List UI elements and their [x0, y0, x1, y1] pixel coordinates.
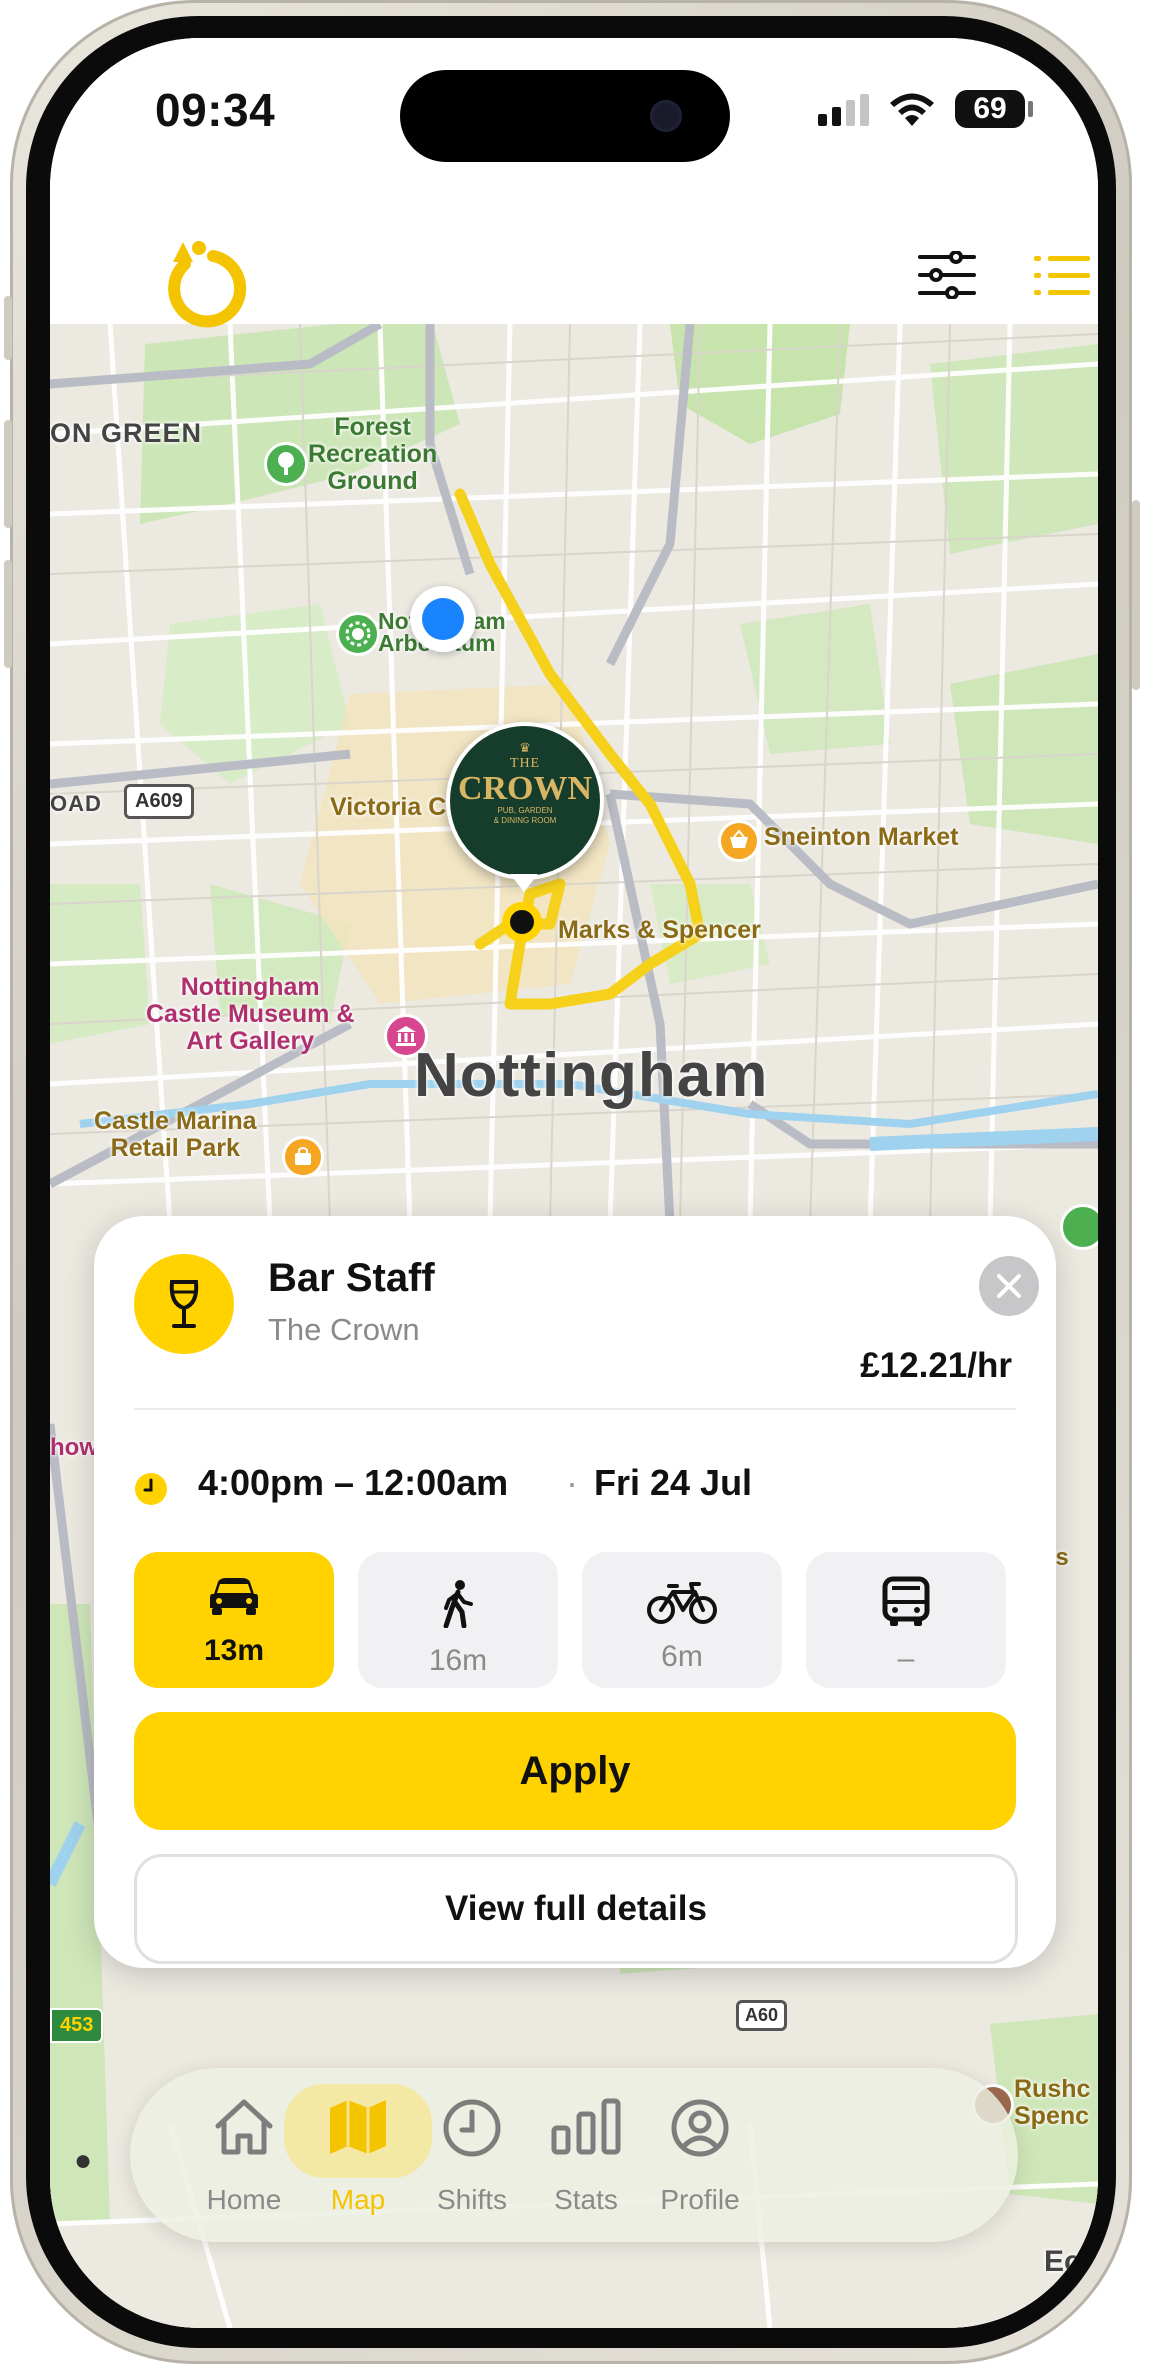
travel-option-bus[interactable]: –	[806, 1552, 1006, 1688]
map-label-rushcliffe: Rushc Spenc	[1014, 2075, 1091, 2130]
screen: ON GREEN Forest Recreation Ground Nottin…	[50, 38, 1098, 2328]
bus-icon	[882, 1576, 930, 1626]
power-button	[1132, 500, 1140, 690]
apple-maps-logo-icon: ●	[74, 2144, 93, 2177]
map-label-city: Nottingham	[414, 1041, 769, 1110]
travel-time-car: 13m	[203, 1634, 265, 1667]
bar-chart-icon	[551, 2098, 621, 2155]
status-time: 09:34	[155, 84, 276, 136]
app-logo-icon[interactable]	[155, 238, 249, 332]
front-camera	[650, 100, 682, 132]
map-label-clip-bottom: Ec	[1044, 2245, 1081, 2278]
volume-down-button	[4, 560, 12, 668]
map-label-road: OAD	[50, 791, 102, 816]
job-venue: The Crown	[268, 1312, 420, 1347]
shift-time: 4:00pm – 12:00am	[198, 1462, 509, 1503]
venue-pin-crown[interactable]: ♛ THE CROWN PUB, GARDEN & DINING ROOM	[446, 722, 604, 880]
travel-option-car[interactable]: 13m	[134, 1552, 334, 1688]
pay-rate: £12.21/hr	[860, 1346, 1012, 1385]
travel-time-bus: –	[897, 1642, 915, 1675]
map-label-district: ON GREEN	[50, 418, 203, 448]
shifts-clock-icon	[443, 2099, 501, 2157]
venue-pin-pointer	[510, 874, 538, 892]
bicycle-icon	[647, 1582, 717, 1624]
job-card: Bar Staff The Crown £12.21/hr 4:00pm – 1…	[94, 1216, 1056, 1968]
shift-separator: ·	[566, 1462, 578, 1503]
park-icon-right	[1060, 1204, 1098, 1250]
map-label-castle: Nottingham Castle Museum & Art Gallery	[146, 973, 355, 1055]
list-view-icon[interactable]	[1034, 256, 1090, 296]
crown-logo-icon: ♛	[519, 740, 531, 755]
card-divider	[134, 1408, 1016, 1410]
car-icon	[210, 1578, 258, 1615]
filter-icon[interactable]	[918, 251, 976, 299]
venue-logo-name: CROWN	[457, 770, 593, 807]
destination-marker	[502, 902, 542, 942]
cellular-signal-icon	[818, 94, 869, 126]
travel-time-bike: 6m	[661, 1640, 703, 1673]
walking-icon	[443, 1580, 473, 1628]
map-icon	[330, 2100, 386, 2154]
road-badge-453: 453	[50, 2008, 104, 2043]
road-badge-a60: A60	[736, 2000, 788, 2031]
venue-logo-tagline: PUB, GARDEN & DINING ROOM	[493, 806, 557, 825]
job-title: Bar Staff	[268, 1256, 435, 1300]
tab-bar: Home Map Shifts Stats Profile	[130, 2068, 1018, 2242]
home-icon	[215, 2099, 273, 2155]
market-icon	[718, 820, 760, 862]
volume-up-button	[4, 420, 12, 528]
close-icon	[997, 1274, 1021, 1298]
close-button[interactable]	[979, 1256, 1039, 1316]
job-icon-badge	[134, 1254, 234, 1354]
clock-icon	[135, 1473, 167, 1505]
travel-option-bike[interactable]: 6m	[582, 1552, 782, 1688]
person-icon	[671, 2099, 729, 2157]
map-label-marina: Castle Marina Retail Park	[94, 1107, 257, 1162]
shopping-icon	[282, 1136, 324, 1178]
map-label-sneinton: Sneinton Market	[764, 823, 959, 851]
tab-label-profile: Profile	[660, 2184, 740, 2215]
user-location-marker	[410, 586, 476, 652]
park-icon	[264, 442, 308, 486]
shift-date: Fri 24 Jul	[594, 1462, 753, 1503]
map-label-park: Forest Recreation Ground	[308, 413, 438, 495]
map-label-marks: Marks & Spencer	[558, 916, 761, 944]
tab-profile[interactable]: Profile	[620, 2086, 780, 2226]
battery-indicator: 69	[955, 90, 1025, 128]
travel-option-walk[interactable]: 16m	[358, 1552, 558, 1688]
garden-icon	[336, 612, 380, 656]
travel-time-walk: 16m	[428, 1644, 488, 1677]
map-label-clip-left: how	[50, 1434, 98, 1461]
road-badge-a609: A609	[124, 784, 194, 819]
view-details-button[interactable]: View full details	[134, 1854, 1018, 1964]
action-button	[4, 296, 12, 360]
wifi-icon	[890, 93, 934, 126]
apply-button[interactable]: Apply	[134, 1712, 1016, 1830]
battery-tip	[1028, 101, 1033, 117]
wine-glass-icon	[169, 1280, 199, 1328]
